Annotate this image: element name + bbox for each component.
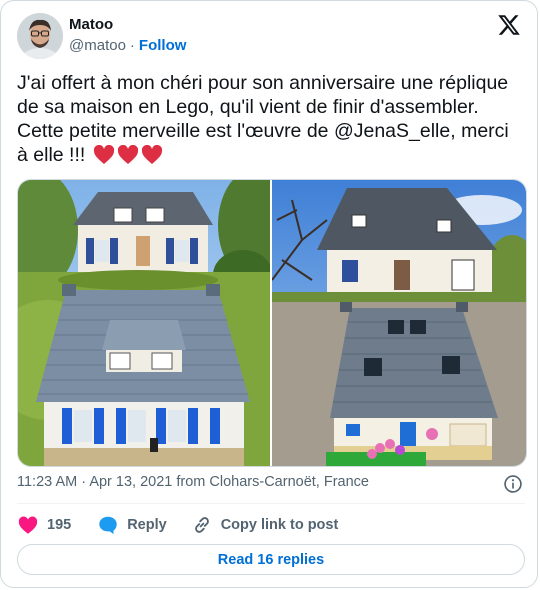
media-grid [17, 179, 527, 467]
tweet-time[interactable]: 11:23 AM [17, 474, 77, 490]
author-name[interactable]: Matoo [69, 16, 113, 33]
tweet-card: Matoo @matoo · Follow J'ai offert à mon ch… [0, 0, 538, 588]
divider [17, 503, 525, 504]
photo-lego-house-left[interactable] [18, 180, 270, 466]
tweet-location[interactable]: Clohars-Carnoët, France [209, 474, 369, 490]
photo-lego-house-right[interactable] [272, 180, 526, 466]
separator-dot: · [129, 37, 135, 54]
tweet-date[interactable]: Apr 13, 2021 [89, 474, 172, 490]
read-replies-button[interactable]: Read 16 replies [17, 544, 525, 575]
link-icon [194, 517, 209, 533]
heart-emoji-group [93, 145, 163, 165]
tweet-text: J'ai offert à mon chéri pour son anniver… [17, 71, 522, 167]
copy-link-label: Copy link to post [220, 517, 339, 533]
location-prefix: from [176, 474, 206, 490]
reply-bubble-icon [99, 516, 117, 535]
copy-link-button[interactable]: Copy link to post [191, 514, 339, 536]
info-icon[interactable] [503, 474, 523, 494]
meta-separator: · [81, 474, 87, 490]
author-handle-line: @matoo · Follow [69, 37, 186, 54]
like-count: 195 [47, 517, 72, 533]
heart-emoji-icon [93, 145, 114, 164]
reply-button[interactable]: Reply [97, 514, 167, 536]
heart-icon [18, 516, 38, 534]
reply-label: Reply [127, 517, 167, 533]
action-bar: 195 Reply Copy link to post [17, 513, 338, 537]
mention-link[interactable]: @JenaS_elle [334, 120, 450, 142]
author-handle[interactable]: @matoo [69, 37, 126, 54]
x-logo-icon[interactable] [497, 13, 521, 37]
avatar[interactable] [17, 13, 63, 59]
avatar-photo [17, 13, 63, 59]
tweet-meta: 11:23 AM · Apr 13, 2021 from Clohars-Car… [17, 474, 369, 490]
follow-button[interactable]: Follow [139, 37, 187, 54]
like-button[interactable]: 195 [17, 514, 71, 536]
heart-emoji-icon [117, 145, 138, 164]
heart-emoji-icon [141, 145, 162, 164]
